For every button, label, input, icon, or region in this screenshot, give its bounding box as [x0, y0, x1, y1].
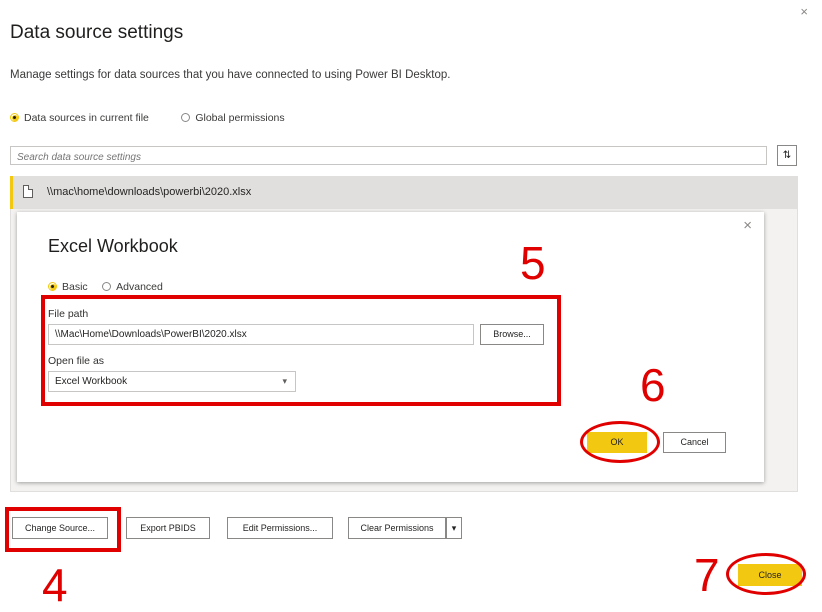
file-path-label: File path: [48, 308, 89, 320]
clear-permissions-button[interactable]: Clear Permissions: [348, 517, 446, 539]
radio-unselected-icon: [181, 113, 191, 123]
dialog-close-icon[interactable]: ×: [743, 217, 752, 234]
radio-unselected-icon: [102, 282, 112, 292]
radio-selected-icon: [48, 282, 57, 292]
open-file-as-select[interactable]: Excel Workbook ▾: [48, 371, 296, 392]
annotation-step-7: 7: [694, 549, 720, 601]
radio-selected-icon: [10, 113, 19, 123]
radio-global-permissions[interactable]: Global permissions: [181, 109, 285, 126]
edit-permissions-button[interactable]: Edit Permissions...: [227, 517, 333, 539]
open-file-as-label: Open file as: [48, 355, 105, 367]
page-description: Manage settings for data sources that yo…: [10, 69, 451, 81]
source-list-item[interactable]: \\mac\home\downloads\powerbi\2020.xlsx: [10, 176, 798, 209]
annotation-step-6: 6: [640, 359, 666, 411]
ok-button[interactable]: OK: [587, 432, 647, 453]
open-file-as-value: Excel Workbook: [55, 376, 128, 387]
change-source-button[interactable]: Change Source...: [12, 517, 108, 539]
scope-radio-group: Data sources in current file Global perm…: [10, 109, 285, 127]
radio-basic-label: Basic: [62, 280, 88, 293]
search-box: [10, 146, 767, 166]
page-title: Data source settings: [10, 22, 184, 43]
radio-current-file[interactable]: Data sources in current file: [10, 109, 153, 126]
radio-current-file-label: Data sources in current file: [24, 111, 149, 124]
window-close-icon[interactable]: ×: [800, 4, 808, 19]
dialog-title: Excel Workbook: [48, 236, 178, 256]
annotation-step-5: 5: [520, 237, 546, 289]
file-icon: [23, 185, 33, 198]
cancel-button[interactable]: Cancel: [663, 432, 726, 453]
sort-button[interactable]: ⇅: [777, 145, 797, 166]
clear-permissions-dropdown[interactable]: ▾: [446, 517, 462, 539]
radio-global-permissions-label: Global permissions: [195, 111, 285, 124]
close-button[interactable]: Close: [738, 564, 802, 586]
export-pbids-button[interactable]: Export PBIDS: [126, 517, 210, 539]
radio-basic[interactable]: Basic: [48, 278, 98, 295]
mode-radio-group: Basic Advanced: [48, 278, 173, 296]
search-input[interactable]: [11, 149, 766, 166]
annotation-step-4: 4: [42, 559, 68, 611]
source-path: \\mac\home\downloads\powerbi\2020.xlsx: [47, 186, 252, 198]
radio-advanced-label: Advanced: [116, 280, 163, 293]
chevron-down-icon: ▾: [282, 376, 287, 386]
file-path-input[interactable]: \\Mac\Home\Downloads\PowerBI\2020.xlsx: [48, 324, 474, 345]
excel-workbook-dialog: × Excel Workbook Basic Advanced File pat…: [17, 212, 764, 482]
browse-button[interactable]: Browse...: [480, 324, 544, 345]
radio-advanced[interactable]: Advanced: [102, 278, 173, 295]
